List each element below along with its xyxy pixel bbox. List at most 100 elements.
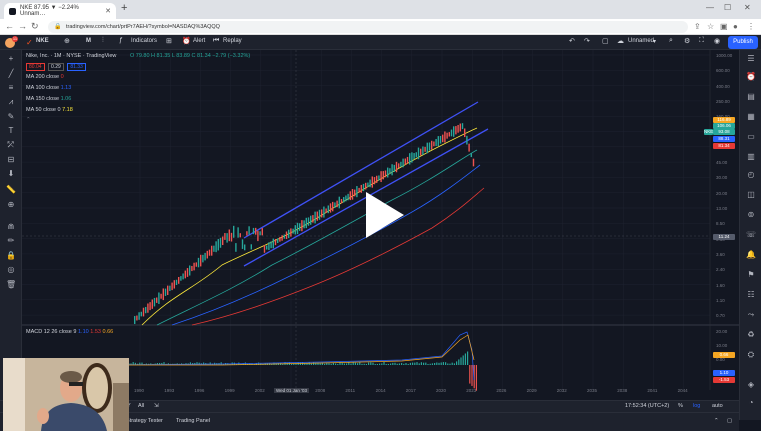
settings-gear-icon[interactable]: ⚙ [684, 37, 690, 45]
browser-menu-icon[interactable]: ⋮ [747, 22, 755, 31]
eye-icon[interactable]: ◎ [6, 265, 16, 275]
performance-icon[interactable]: ♻ [746, 330, 756, 340]
macd-bar [328, 363, 330, 365]
magnet-icon[interactable]: ⋒ [6, 222, 16, 232]
ma-legend-1[interactable]: MA 100 close 1.13 [26, 85, 71, 91]
prediction-icon[interactable]: ⊟ [6, 155, 16, 165]
candle [307, 217, 310, 226]
layout-chevron-down-icon[interactable]: ▾ [653, 38, 656, 45]
camera-icon[interactable]: ◉ [714, 37, 720, 45]
range-all-button[interactable]: All [138, 403, 144, 409]
candle [345, 195, 347, 202]
back-icon[interactable]: ← [5, 21, 14, 31]
indicators-button[interactable]: Indicators [131, 38, 157, 44]
chat-bubble-icon[interactable]: ◔ [746, 398, 756, 408]
tab-strategy-tester[interactable]: Strategy Tester [126, 418, 163, 424]
notifications-icon[interactable]: 🔔 [746, 250, 756, 260]
ma-legend-2[interactable]: MA 150 close 1.06 [26, 96, 71, 102]
maximize-icon[interactable]: ☐ [724, 3, 731, 12]
watchlist-icon[interactable]: ☰ [746, 54, 756, 64]
compare-symbol-icon[interactable]: ⊕ [64, 37, 70, 45]
zoom-in-icon[interactable]: ⊕ [6, 200, 16, 210]
tab-trading-panel[interactable]: Trading Panel [176, 418, 210, 424]
forward-icon[interactable]: → [18, 21, 27, 31]
auto-toggle[interactable]: auto [712, 403, 723, 409]
templates-icon[interactable]: ⊞ [166, 37, 172, 45]
layers-icon[interactable]: ◈ [746, 380, 756, 390]
candle [167, 285, 169, 295]
redo-icon[interactable]: ↷ [584, 37, 590, 45]
pencil-stay-icon[interactable]: ✏ [6, 236, 16, 246]
crosshair-icon[interactable]: + [6, 54, 16, 64]
text-tool-icon[interactable]: T [6, 126, 16, 136]
minimize-icon[interactable]: — [706, 3, 714, 12]
ma-legend-3[interactable]: MA 50 close 0 7.18 [26, 107, 73, 113]
ideas-icon[interactable]: ◫ [746, 190, 756, 200]
minimize-panel-icon[interactable]: ⌃ [714, 418, 719, 424]
browser-tab[interactable]: NKE 87.95 ▼ −2.24% Unnam… ✕ [4, 3, 116, 19]
brush-icon[interactable]: ✎ [6, 112, 16, 122]
trend-line-icon[interactable]: ╱ [6, 69, 16, 79]
close-tab-icon[interactable]: ✕ [105, 7, 111, 15]
macd-value-1: 1.10 [77, 329, 89, 335]
publish-button[interactable]: Publish [728, 36, 758, 49]
dom-icon[interactable]: ☷ [746, 290, 756, 300]
percent-toggle[interactable]: % [678, 403, 683, 409]
url-input[interactable]: 🔒 tradingview.com/chart/prtPr7AEH/?symbo… [48, 21, 688, 33]
alerts-clock-icon[interactable]: ⏰ [746, 72, 756, 82]
object-tree-icon[interactable]: ⤳ [746, 310, 756, 320]
hotlists-icon[interactable]: ▦ [746, 112, 756, 122]
chats-icon[interactable]: ☏ [746, 230, 756, 240]
help-icon[interactable]: ⚑ [746, 270, 756, 280]
legend-collapse-icon[interactable]: ⌃ [26, 117, 31, 123]
layout-icon[interactable]: ▢ [602, 37, 609, 45]
patterns-tool-icon[interactable]: ⤱ [6, 140, 16, 150]
ruler-icon[interactable]: 📏 [6, 185, 16, 195]
replay-button[interactable]: Replay [223, 38, 242, 44]
fullscreen-icon[interactable]: ⛶ [699, 37, 704, 45]
lock-drawings-icon[interactable]: 🔒 [6, 251, 16, 261]
streams-icon[interactable]: ⊚ [746, 210, 756, 220]
share-icon[interactable]: ⇪ [694, 22, 701, 31]
maximize-panel-icon[interactable]: ▢ [727, 418, 732, 424]
buy-price-box[interactable]: 81.33 [67, 63, 86, 71]
screener-icon[interactable]: ◴ [746, 170, 756, 180]
chart-type-icon[interactable]: ⫶ [102, 37, 104, 45]
address-bar: ← → ↻ 🔒 tradingview.com/chart/prtPr7AEH/… [0, 19, 761, 35]
candle [417, 147, 420, 160]
extensions-icon[interactable]: ▣ [720, 22, 728, 31]
macd-legend[interactable]: MACD 12 26 close 9 1.10 1.53 0.66 [26, 329, 113, 335]
data-window-icon[interactable]: ▤ [746, 92, 756, 102]
clock-text[interactable]: 17:52:34 (UTC+2) [625, 403, 669, 409]
legend-symbol-title[interactable]: Nike, Inc. [26, 53, 49, 59]
candle [400, 161, 402, 167]
macd-badge: 1.10 [713, 370, 735, 376]
new-tab-icon[interactable]: + [121, 2, 127, 14]
candle [382, 171, 384, 180]
goto-date-icon[interactable]: ⇲ [154, 403, 159, 409]
news-icon[interactable]: ▥ [746, 152, 756, 162]
undo-icon[interactable]: ↶ [569, 37, 575, 45]
fib-retracement-icon[interactable]: ≡ [6, 83, 16, 93]
interval-button[interactable]: M [86, 38, 91, 44]
symbol-search[interactable]: NKE [36, 38, 49, 44]
pine-editor-icon[interactable]: ⛭ [746, 350, 756, 360]
tv-top-toolbar: 11 ✓ NKE ⊕ M ⫶ ƒ Indicators ⊞ ⏰ Alert ⏮ … [0, 35, 761, 50]
pattern-icon[interactable]: ⩘ [6, 97, 16, 107]
profile-icon[interactable]: ● [733, 22, 738, 31]
trash-icon[interactable]: 🗑 [6, 280, 16, 290]
ma-legend-0[interactable]: MA 200 close 0 [26, 74, 64, 80]
alert-button[interactable]: Alert [193, 38, 205, 44]
reload-icon[interactable]: ↻ [31, 21, 39, 32]
arrow-down-icon[interactable]: ⬇ [6, 169, 16, 179]
quick-search-icon[interactable]: ⌕ [669, 37, 673, 45]
calendar-icon[interactable]: ▭ [746, 132, 756, 142]
log-toggle[interactable]: log [693, 403, 700, 409]
play-icon[interactable] [358, 190, 408, 240]
candle [334, 202, 336, 209]
layout-name[interactable]: Unnamed [628, 38, 654, 44]
macd-bar [209, 362, 211, 365]
close-window-icon[interactable]: ✕ [744, 3, 751, 12]
bookmark-star-icon[interactable]: ☆ [707, 22, 714, 31]
sell-price-box[interactable]: 80.04 [26, 63, 45, 71]
